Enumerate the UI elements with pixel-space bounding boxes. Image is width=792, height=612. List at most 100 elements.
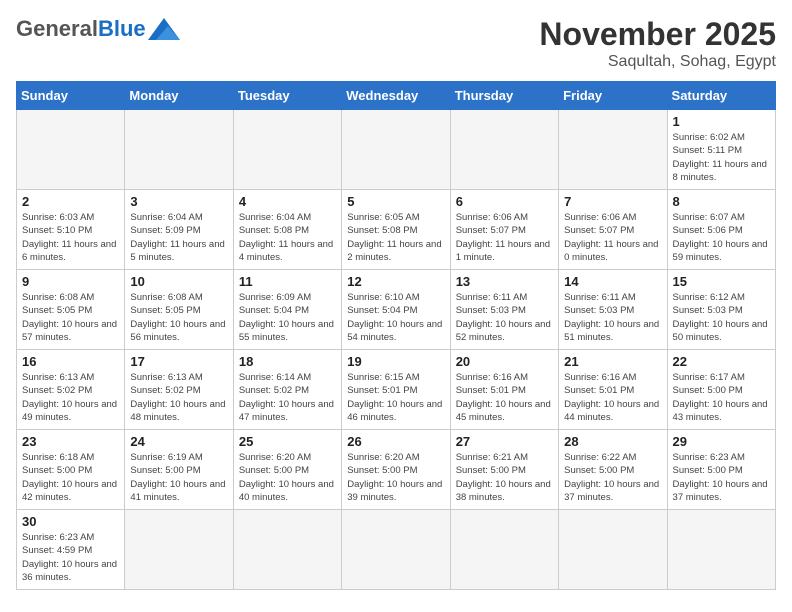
weekday-header-friday: Friday: [559, 82, 667, 110]
calendar-cell: 2 Sunrise: 6:03 AMSunset: 5:10 PMDaylight…: [17, 190, 125, 270]
calendar-cell: 17 Sunrise: 6:13 AMSunset: 5:02 PMDayligh…: [125, 350, 233, 430]
calendar-cell: [342, 110, 450, 190]
day-number: 6: [456, 194, 553, 209]
day-info: Sunrise: 6:21 AMSunset: 5:00 PMDaylight:…: [456, 451, 553, 504]
day-info: Sunrise: 6:20 AMSunset: 5:00 PMDaylight:…: [347, 451, 444, 504]
calendar-cell: 13Sunrise: 6:11 AMSunset: 5:03 PMDayligh…: [450, 270, 558, 350]
day-info: Sunrise: 6:14 AMSunset: 5:02 PMDaylight:…: [239, 371, 336, 424]
day-number: 20: [456, 354, 553, 369]
day-number: 30: [22, 514, 119, 529]
calendar-cell: 8 Sunrise: 6:07 AMSunset: 5:06 PMDaylight…: [667, 190, 775, 270]
calendar-cell: [233, 510, 341, 590]
calendar-cell: [450, 110, 558, 190]
day-number: 22: [673, 354, 770, 369]
day-number: 2: [22, 194, 119, 209]
day-number: 24: [130, 434, 227, 449]
calendar-cell: 18 Sunrise: 6:14 AMSunset: 5:02 PMDayligh…: [233, 350, 341, 430]
day-number: 21: [564, 354, 661, 369]
logo-blue-text: Blue: [98, 16, 146, 42]
calendar-week-4: 23Sunrise: 6:18 AMSunset: 5:00 PMDayligh…: [17, 430, 776, 510]
calendar-cell: 29 Sunrise: 6:23 AMSunset: 5:00 PMDayligh…: [667, 430, 775, 510]
day-number: 28: [564, 434, 661, 449]
day-info: Sunrise: 6:22 AMSunset: 5:00 PMDaylight:…: [564, 451, 661, 504]
weekday-header-wednesday: Wednesday: [342, 82, 450, 110]
day-info: Sunrise: 6:20 AMSunset: 5:00 PMDaylight:…: [239, 451, 336, 504]
day-info: Sunrise: 6:23 AMSunset: 5:00 PMDaylight:…: [673, 451, 770, 504]
calendar-cell: [559, 510, 667, 590]
calendar-cell: [125, 510, 233, 590]
calendar-cell: 28 Sunrise: 6:22 AMSunset: 5:00 PMDayligh…: [559, 430, 667, 510]
day-number: 12: [347, 274, 444, 289]
day-number: 15: [673, 274, 770, 289]
day-info: Sunrise: 6:12 AMSunset: 5:03 PMDaylight:…: [673, 291, 770, 344]
day-info: Sunrise: 6:15 AMSunset: 5:01 PMDaylight:…: [347, 371, 444, 424]
day-number: 18: [239, 354, 336, 369]
calendar-week-2: 9 Sunrise: 6:08 AMSunset: 5:05 PMDaylight…: [17, 270, 776, 350]
calendar-cell: 26 Sunrise: 6:20 AMSunset: 5:00 PMDayligh…: [342, 430, 450, 510]
calendar-cell: 11Sunrise: 6:09 AMSunset: 5:04 PMDayligh…: [233, 270, 341, 350]
weekday-header-thursday: Thursday: [450, 82, 558, 110]
calendar-cell: 6 Sunrise: 6:06 AMSunset: 5:07 PMDaylight…: [450, 190, 558, 270]
calendar-week-0: 1 Sunrise: 6:02 AMSunset: 5:11 PMDaylight…: [17, 110, 776, 190]
day-info: Sunrise: 6:07 AMSunset: 5:06 PMDaylight:…: [673, 211, 770, 264]
calendar-cell: [342, 510, 450, 590]
calendar-cell: 24Sunrise: 6:19 AMSunset: 5:00 PMDayligh…: [125, 430, 233, 510]
calendar-cell: 15 Sunrise: 6:12 AMSunset: 5:03 PMDayligh…: [667, 270, 775, 350]
calendar-cell: 5Sunrise: 6:05 AMSunset: 5:08 PMDaylight…: [342, 190, 450, 270]
day-number: 29: [673, 434, 770, 449]
day-info: Sunrise: 6:09 AMSunset: 5:04 PMDaylight:…: [239, 291, 336, 344]
day-number: 4: [239, 194, 336, 209]
day-info: Sunrise: 6:10 AMSunset: 5:04 PMDaylight:…: [347, 291, 444, 344]
day-info: Sunrise: 6:08 AMSunset: 5:05 PMDaylight:…: [22, 291, 119, 344]
calendar-cell: [125, 110, 233, 190]
calendar-cell: 16 Sunrise: 6:13 AMSunset: 5:02 PMDayligh…: [17, 350, 125, 430]
day-info: Sunrise: 6:03 AMSunset: 5:10 PMDaylight:…: [22, 211, 119, 264]
calendar-cell: 19Sunrise: 6:15 AMSunset: 5:01 PMDayligh…: [342, 350, 450, 430]
day-number: 9: [22, 274, 119, 289]
weekday-header-tuesday: Tuesday: [233, 82, 341, 110]
logo-icon: [148, 18, 180, 40]
calendar-cell: 30Sunrise: 6:23 AMSunset: 4:59 PMDayligh…: [17, 510, 125, 590]
calendar: SundayMondayTuesdayWednesdayThursdayFrid…: [16, 81, 776, 590]
weekday-header-row: SundayMondayTuesdayWednesdayThursdayFrid…: [17, 82, 776, 110]
day-info: Sunrise: 6:06 AMSunset: 5:07 PMDaylight:…: [456, 211, 553, 264]
day-number: 16: [22, 354, 119, 369]
logo: GeneralBlue: [16, 16, 180, 42]
calendar-cell: 21 Sunrise: 6:16 AMSunset: 5:01 PMDayligh…: [559, 350, 667, 430]
weekday-header-monday: Monday: [125, 82, 233, 110]
day-number: 26: [347, 434, 444, 449]
calendar-cell: 10Sunrise: 6:08 AMSunset: 5:05 PMDayligh…: [125, 270, 233, 350]
calendar-cell: 12 Sunrise: 6:10 AMSunset: 5:04 PMDayligh…: [342, 270, 450, 350]
calendar-cell: 7Sunrise: 6:06 AMSunset: 5:07 PMDaylight…: [559, 190, 667, 270]
day-number: 17: [130, 354, 227, 369]
day-info: Sunrise: 6:11 AMSunset: 5:03 PMDaylight:…: [564, 291, 661, 344]
day-info: Sunrise: 6:13 AMSunset: 5:02 PMDaylight:…: [130, 371, 227, 424]
day-info: Sunrise: 6:13 AMSunset: 5:02 PMDaylight:…: [22, 371, 119, 424]
day-number: 27: [456, 434, 553, 449]
header: GeneralBlue November 2025 Saqultah, Soha…: [16, 16, 776, 71]
day-number: 10: [130, 274, 227, 289]
day-info: Sunrise: 6:04 AMSunset: 5:08 PMDaylight:…: [239, 211, 336, 264]
day-info: Sunrise: 6:16 AMSunset: 5:01 PMDaylight:…: [564, 371, 661, 424]
calendar-week-3: 16 Sunrise: 6:13 AMSunset: 5:02 PMDayligh…: [17, 350, 776, 430]
location-title: Saqultah, Sohag, Egypt: [539, 53, 776, 71]
calendar-cell: [233, 110, 341, 190]
calendar-cell: [450, 510, 558, 590]
calendar-cell: 3Sunrise: 6:04 AMSunset: 5:09 PMDaylight…: [125, 190, 233, 270]
day-info: Sunrise: 6:16 AMSunset: 5:01 PMDaylight:…: [456, 371, 553, 424]
calendar-cell: 25 Sunrise: 6:20 AMSunset: 5:00 PMDayligh…: [233, 430, 341, 510]
calendar-cell: 23Sunrise: 6:18 AMSunset: 5:00 PMDayligh…: [17, 430, 125, 510]
day-number: 3: [130, 194, 227, 209]
calendar-cell: 9 Sunrise: 6:08 AMSunset: 5:05 PMDaylight…: [17, 270, 125, 350]
calendar-cell: 20 Sunrise: 6:16 AMSunset: 5:01 PMDayligh…: [450, 350, 558, 430]
calendar-cell: [559, 110, 667, 190]
day-number: 5: [347, 194, 444, 209]
month-title: November 2025: [539, 16, 776, 53]
day-number: 7: [564, 194, 661, 209]
day-number: 1: [673, 114, 770, 129]
calendar-cell: 1 Sunrise: 6:02 AMSunset: 5:11 PMDaylight…: [667, 110, 775, 190]
day-info: Sunrise: 6:02 AMSunset: 5:11 PMDaylight:…: [673, 131, 770, 184]
day-number: 8: [673, 194, 770, 209]
calendar-cell: 4 Sunrise: 6:04 AMSunset: 5:08 PMDaylight…: [233, 190, 341, 270]
day-number: 25: [239, 434, 336, 449]
